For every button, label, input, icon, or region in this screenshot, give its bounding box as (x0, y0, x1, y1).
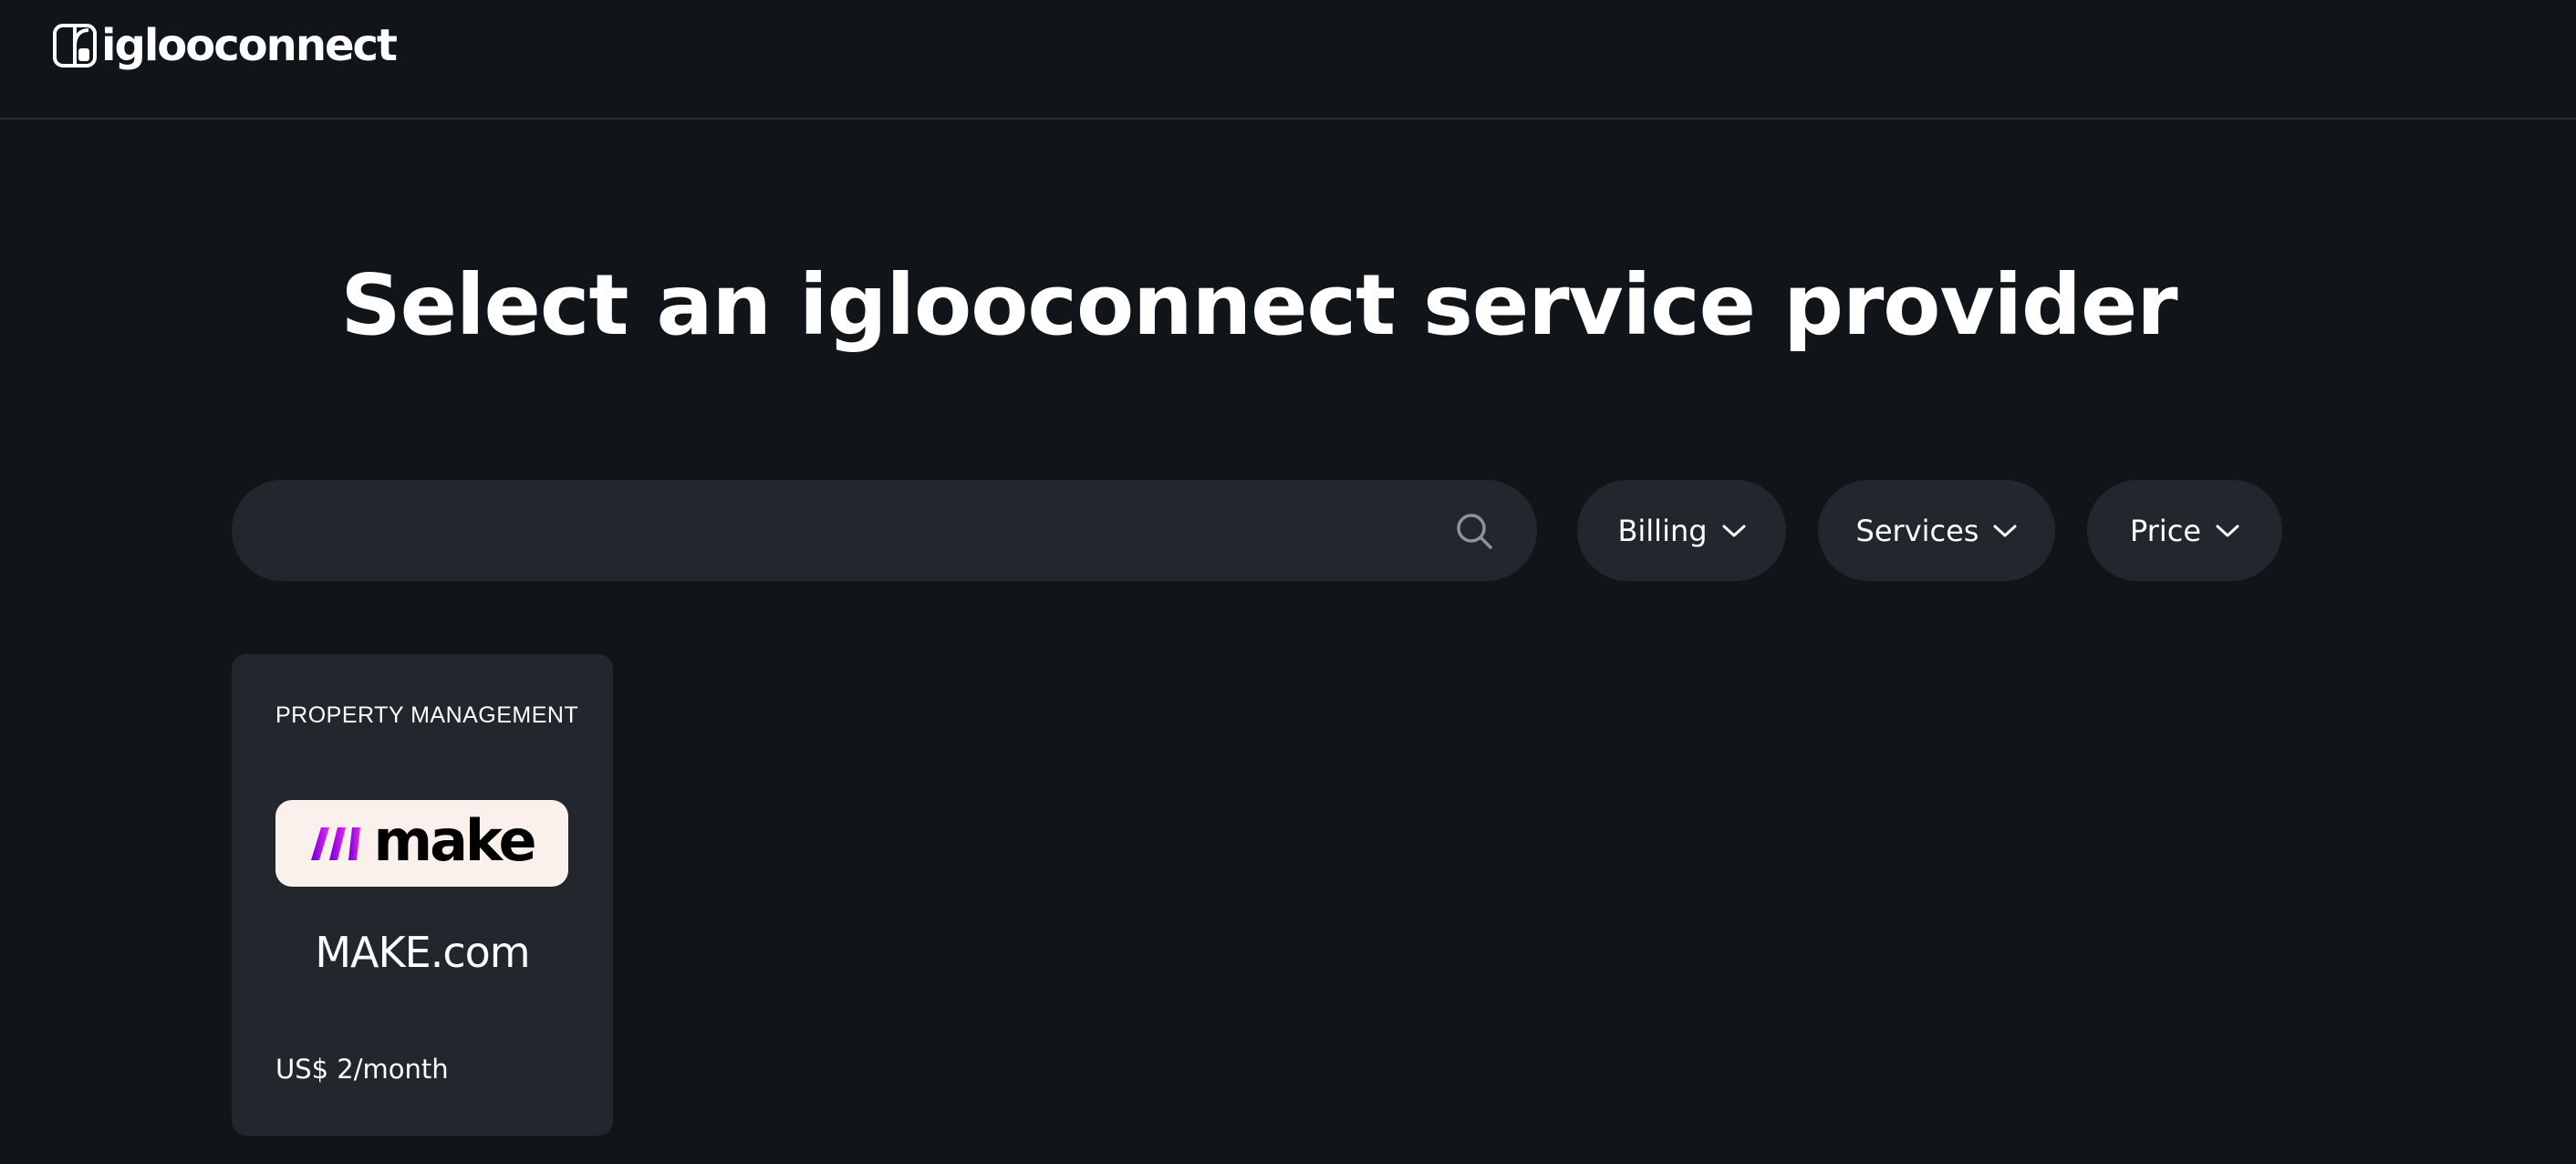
services-filter-button[interactable]: Services (1818, 480, 2055, 581)
price-filter-label: Price (2129, 513, 2202, 548)
provider-category: PROPERTY MANAGEMENT (275, 702, 579, 728)
price-filter-button[interactable]: Price (2087, 480, 2282, 581)
provider-name: MAKE.com (315, 928, 530, 977)
provider-price: US$ 2/month (275, 1054, 449, 1085)
brand-logo[interactable]: iglooconnect (52, 20, 398, 71)
billing-filter-button[interactable]: Billing (1577, 480, 1786, 581)
igloo-logo-icon (53, 24, 97, 68)
chevron-down-icon (1993, 525, 2017, 536)
provider-logo-text: make (373, 806, 536, 874)
services-filter-label: Services (1855, 513, 1979, 548)
chevron-down-icon (1722, 525, 1746, 536)
provider-card[interactable]: PROPERTY MANAGEMENT make MAKE.com US$ 2/… (232, 654, 613, 1136)
chevron-down-icon (2216, 525, 2239, 536)
top-bar: iglooconnect (0, 0, 2576, 120)
search-input[interactable] (268, 480, 1458, 583)
brand-name: iglooconnect (101, 20, 398, 71)
provider-logo: make (275, 800, 568, 887)
make-logo-icon (311, 826, 361, 860)
page-title: Select an iglooconnect service provider (340, 256, 2177, 354)
billing-filter-label: Billing (1617, 513, 1708, 548)
search-bar[interactable] (232, 480, 1537, 583)
search-icon[interactable] (1454, 511, 1494, 551)
